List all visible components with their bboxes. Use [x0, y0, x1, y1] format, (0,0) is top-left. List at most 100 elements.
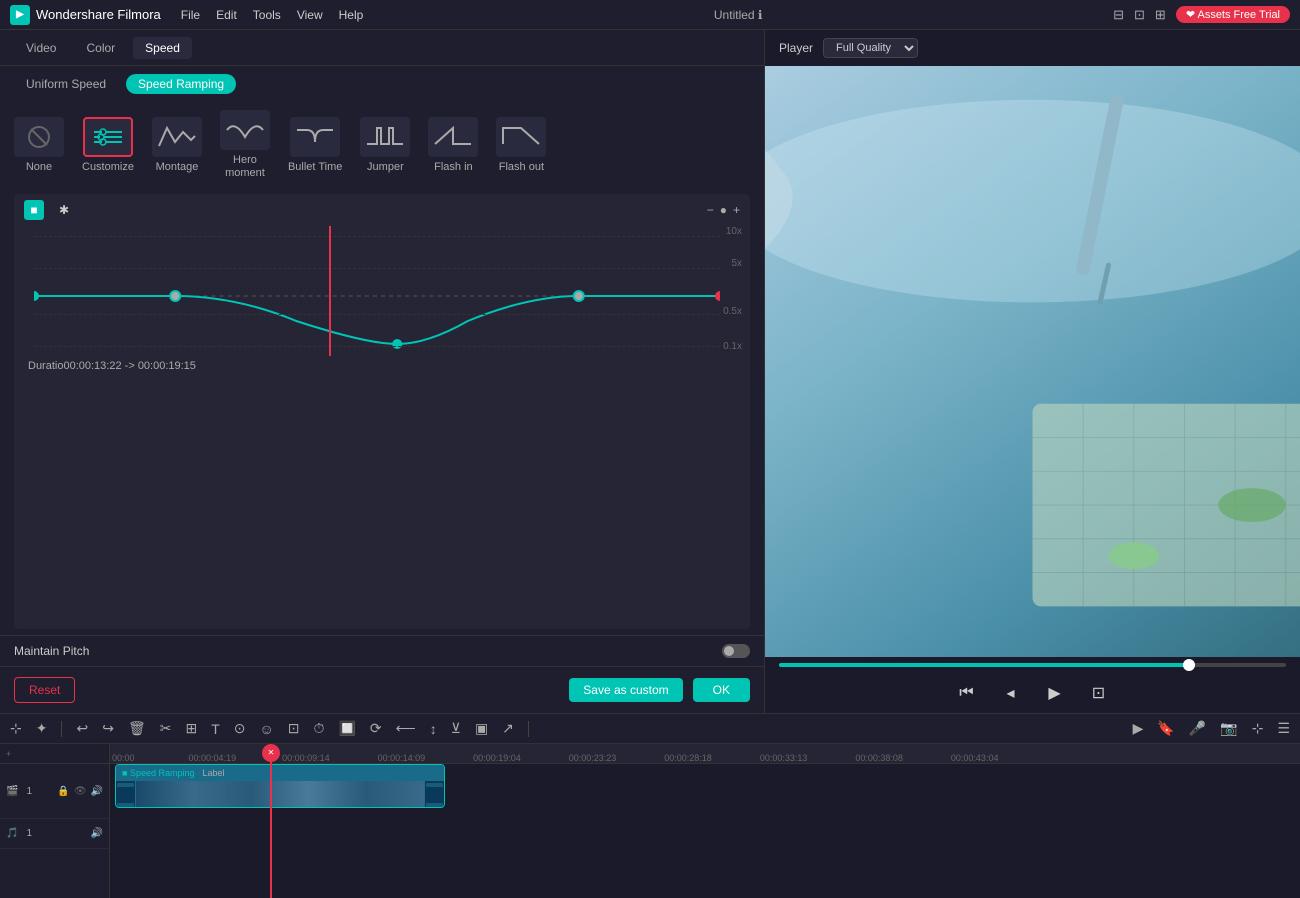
- playhead-x: ✕: [268, 749, 275, 757]
- video-track-lock[interactable]: 🔒: [57, 786, 69, 797]
- progress-bar[interactable]: [779, 663, 1286, 667]
- graph-settings-button[interactable]: ✱: [54, 200, 74, 220]
- timeline-color[interactable]: ⊻: [449, 718, 463, 739]
- graph-add-button[interactable]: ■: [24, 200, 44, 220]
- video-track-controls: 🔒 👁 🔊: [57, 786, 103, 797]
- timeline-playhead[interactable]: ✕: [270, 744, 272, 898]
- preset-jumper[interactable]: Jumper: [360, 117, 410, 174]
- preset-montage[interactable]: Montage: [152, 117, 202, 174]
- timeline-mask[interactable]: ▣: [473, 718, 490, 739]
- timeline-tool-cut[interactable]: ✦: [34, 718, 50, 739]
- timeline: ⊹ ✦ ↩ ↪ 🗑 ✂ ⊞ T ⊙ ☺ ⊡ ⏱ 🔲 ⟳ ⟵ ↕ ⊻ ▣ ↗ ▶ …: [0, 713, 1300, 898]
- maintain-pitch-toggle[interactable]: [722, 644, 750, 658]
- preset-none[interactable]: None: [14, 117, 64, 174]
- video-track-hide[interactable]: 👁: [74, 786, 87, 797]
- timeline-tool-select[interactable]: ⊹: [8, 718, 24, 739]
- preset-flash-in[interactable]: Flash in: [428, 117, 478, 174]
- menu-tools[interactable]: Tools: [253, 8, 281, 22]
- timeline-frame[interactable]: 🔲: [336, 718, 357, 739]
- window-grid[interactable]: ⊞: [1155, 7, 1166, 23]
- timeline-camera[interactable]: 📷: [1218, 718, 1239, 739]
- menu-bar: File Edit Tools View Help: [181, 8, 364, 22]
- timeline-crop[interactable]: ⊞: [183, 718, 199, 739]
- audio-track-mute[interactable]: 🔊: [91, 828, 103, 839]
- subtab-uniform-speed[interactable]: Uniform Speed: [14, 74, 118, 94]
- preset-montage-label: Montage: [156, 161, 199, 174]
- timeline-audio-sync[interactable]: ↕: [428, 719, 439, 739]
- tab-video[interactable]: Video: [14, 37, 68, 59]
- video-frame: [765, 66, 1300, 657]
- timeline-ai[interactable]: ⟵: [394, 718, 418, 739]
- step-back-button[interactable]: ◂: [997, 679, 1025, 707]
- main-layout: Video Color Speed Uniform Speed Speed Ra…: [0, 30, 1300, 713]
- tab-speed[interactable]: Speed: [133, 37, 192, 59]
- zoom-in-icon[interactable]: +: [733, 203, 740, 217]
- window-minimize[interactable]: ⊟: [1113, 7, 1124, 23]
- menu-view[interactable]: View: [297, 8, 323, 22]
- toolbar-separator-1: [61, 721, 62, 737]
- preset-bullet-time[interactable]: Bullet Time: [288, 117, 342, 174]
- timeline-mic[interactable]: 🎤: [1187, 718, 1208, 739]
- timeline-bookmark[interactable]: 🔖: [1155, 718, 1176, 739]
- audio-track-area: [110, 819, 1300, 849]
- subtab-speed-ramping[interactable]: Speed Ramping: [126, 74, 236, 94]
- timeline-undo[interactable]: ↩: [74, 718, 90, 739]
- zoom-out-icon[interactable]: −: [707, 203, 714, 217]
- timeline-export[interactable]: ↗: [500, 718, 516, 739]
- preset-none-icon: [14, 117, 64, 157]
- y-label-01x: 0.1x: [723, 341, 742, 352]
- window-maximize[interactable]: ⊡: [1134, 7, 1145, 23]
- progress-thumb[interactable]: [1183, 659, 1195, 671]
- audio-track-header: 🎵 1 🔊: [0, 819, 109, 849]
- graph-canvas: 10x 5x 0.5x 0.1x: [34, 226, 720, 356]
- timeline-play[interactable]: ▶: [1131, 718, 1146, 739]
- timeline-emoji[interactable]: ☺: [257, 719, 275, 739]
- video-clip[interactable]: ■ Speed Ramping Label: [115, 764, 445, 808]
- timeline-text[interactable]: T: [209, 719, 222, 739]
- play-button[interactable]: ▶: [1041, 679, 1069, 707]
- document-title: Untitled ℹ: [383, 8, 1093, 22]
- grid-line-1: [34, 236, 720, 237]
- timeline-scissors[interactable]: ✂: [158, 718, 174, 739]
- timeline-timer[interactable]: ⊙: [232, 718, 248, 739]
- duration-display: Duratio00:00:13:22 -> 00:00:19:15: [14, 356, 750, 376]
- reset-button[interactable]: Reset: [14, 677, 75, 703]
- preset-customize[interactable]: Customize: [82, 117, 134, 174]
- preset-customize-icon: [83, 117, 133, 157]
- graph-toolbar: ■ ✱ − ● +: [14, 194, 750, 226]
- tab-color[interactable]: Color: [74, 37, 127, 59]
- preset-bullet-time-label: Bullet Time: [288, 161, 342, 174]
- player-panel: Player Full Quality Half Quality: [765, 30, 1300, 713]
- menu-help[interactable]: Help: [339, 8, 364, 22]
- timeline-speed[interactable]: ⏱: [312, 718, 327, 739]
- tick-9: 00:00:43:04: [949, 753, 1001, 763]
- timeline-sticker[interactable]: ⊡: [286, 718, 302, 739]
- preset-bullet-time-icon: [290, 117, 340, 157]
- preset-hero-moment-icon: [220, 110, 270, 150]
- timeline-delete[interactable]: 🗑: [126, 718, 148, 739]
- preset-flash-out[interactable]: Flash out: [496, 117, 546, 174]
- property-tabs: Video Color Speed: [0, 30, 764, 66]
- tick-4: 00:00:19:04: [471, 753, 523, 763]
- audio-track-number: 1: [26, 828, 32, 839]
- rewind-button[interactable]: ⏮: [953, 679, 981, 707]
- ok-button[interactable]: OK: [693, 678, 750, 702]
- preset-hero-moment[interactable]: Heromoment: [220, 110, 270, 180]
- assets-free-trial-button[interactable]: ❤ Assets Free Trial: [1176, 6, 1290, 23]
- app-name: Wondershare Filmora: [36, 7, 161, 22]
- progress-fill: [779, 663, 1195, 667]
- player-controls: ⏮ ◂ ▶ ⊡: [765, 673, 1300, 713]
- fullscreen-button[interactable]: ⊡: [1085, 679, 1113, 707]
- timeline-redo[interactable]: ↪: [100, 718, 116, 739]
- y-label-5x: 5x: [731, 258, 742, 269]
- menu-edit[interactable]: Edit: [216, 8, 237, 22]
- video-track-mute[interactable]: 🔊: [91, 786, 103, 797]
- timeline-grid[interactable]: ⊹: [1250, 718, 1266, 739]
- grid-line-3: [34, 314, 720, 315]
- quality-select[interactable]: Full Quality Half Quality: [823, 38, 918, 58]
- topbar: ▶ Wondershare Filmora File Edit Tools Vi…: [0, 0, 1300, 30]
- timeline-settings[interactable]: ☰: [1275, 718, 1292, 739]
- timeline-stabilize[interactable]: ⟳: [368, 718, 384, 739]
- menu-file[interactable]: File: [181, 8, 200, 22]
- save-as-custom-button[interactable]: Save as custom: [569, 678, 682, 702]
